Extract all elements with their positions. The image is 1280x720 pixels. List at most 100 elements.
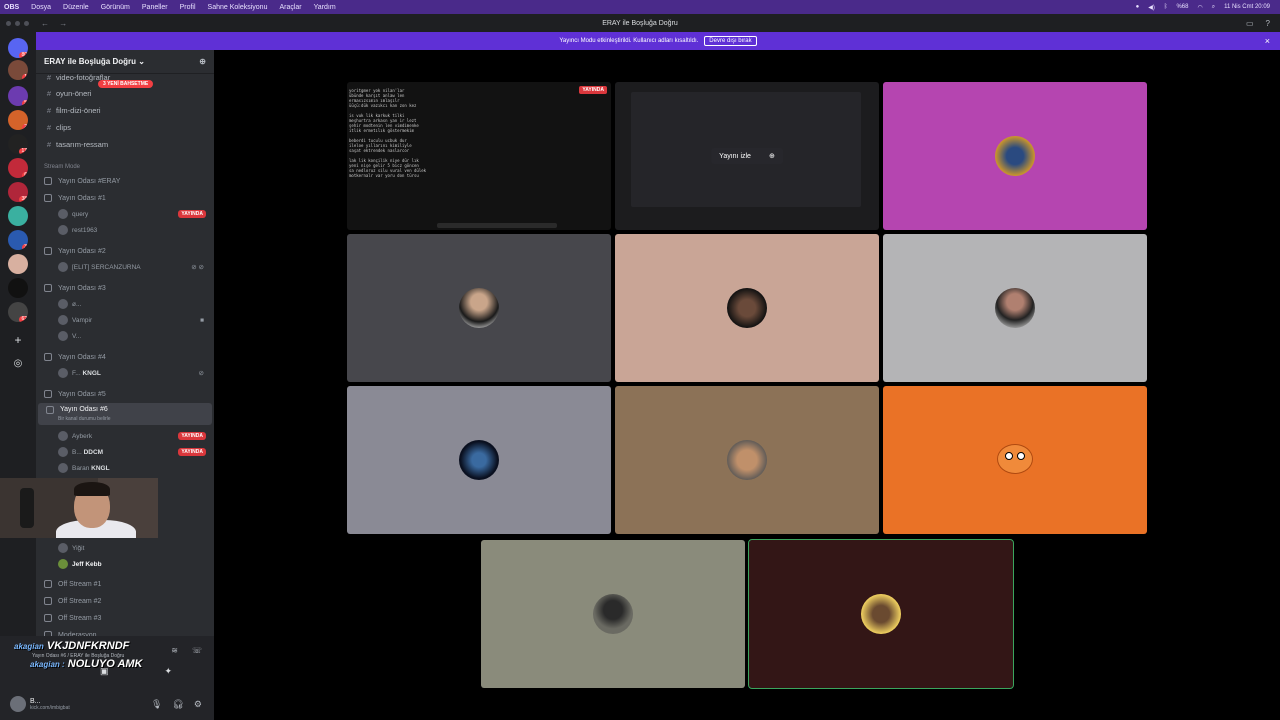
- channel-design[interactable]: # tasarım-ressam: [36, 137, 214, 151]
- microphone-icon[interactable]: 🎙︎: [151, 699, 162, 710]
- avatar-eye: [1005, 452, 1013, 460]
- menu-app-name[interactable]: OBS: [0, 4, 25, 11]
- voice-user[interactable]: Yiğit: [36, 541, 214, 555]
- voice-user[interactable]: Baran KNGL: [36, 461, 214, 475]
- stream-preview-tile[interactable]: Yayını izle ⊕: [615, 82, 879, 230]
- voice-user[interactable]: Ayberk YAYINDA: [36, 429, 214, 443]
- voice-room-5[interactable]: Yayın Odası #5: [36, 387, 214, 401]
- gear-icon[interactable]: ⚙: [194, 699, 202, 710]
- record-icon[interactable]: ●: [1136, 4, 1140, 10]
- add-member-icon[interactable]: ⊕: [199, 57, 214, 66]
- voice-room-off-2[interactable]: Off Stream #2: [36, 594, 214, 608]
- user-name: query: [72, 210, 89, 218]
- voice-room-off-3[interactable]: Off Stream #3: [36, 611, 214, 625]
- server-icon[interactable]: 1: [8, 60, 28, 80]
- channel-label: film-dizi-öneri: [56, 105, 101, 115]
- category-stream-mode[interactable]: Stream Mode: [36, 160, 214, 174]
- server-icon[interactable]: [8, 278, 28, 298]
- close-window-button[interactable]: [6, 20, 11, 26]
- participant-tile[interactable]: [883, 386, 1147, 534]
- disable-streamer-mode-button[interactable]: Devre dışı bırak: [704, 36, 757, 46]
- bluetooth-icon[interactable]: ᛒ: [1164, 4, 1168, 10]
- discover-icon[interactable]: ◎: [8, 354, 28, 374]
- screen-dock: [437, 223, 557, 228]
- voice-user[interactable]: V...: [36, 329, 214, 343]
- voice-room-3[interactable]: Yayın Odası #3: [36, 281, 214, 295]
- voice-room-4[interactable]: Yayın Odası #4: [36, 350, 214, 364]
- menu-item-help[interactable]: Yardım: [308, 4, 342, 11]
- voice-room-eray[interactable]: Yayın Odası #ERAY: [36, 174, 214, 188]
- badge: 80: [19, 52, 28, 58]
- participant-tile[interactable]: [347, 386, 611, 534]
- avatar: [58, 262, 68, 272]
- server-icon[interactable]: 62: [8, 302, 28, 322]
- headphones-icon[interactable]: 🎧︎: [172, 699, 183, 710]
- voice-room-2[interactable]: Yayın Odası #2: [36, 244, 214, 258]
- participant-tile[interactable]: [883, 82, 1147, 230]
- user-name: ø...: [72, 300, 82, 308]
- wifi-icon[interactable]: ◠: [1197, 4, 1202, 11]
- avatar[interactable]: [10, 696, 26, 712]
- voice-user[interactable]: rest1963: [36, 223, 214, 237]
- user-panel: B... kick.com/imbigbat 🎙︎ 🎧︎ ⚙: [0, 688, 214, 720]
- channel-film-series[interactable]: # film-dizi-öneri: [36, 103, 214, 117]
- user-name: [ELIT] SERCANZURNA: [72, 263, 141, 271]
- voice-user[interactable]: Vampir ■: [36, 313, 214, 327]
- voice-room-off-1[interactable]: Off Stream #1: [36, 577, 214, 591]
- voice-user[interactable]: B... DDCM YAYINDA: [36, 445, 214, 459]
- user-info[interactable]: B... kick.com/imbigbat: [30, 698, 70, 711]
- activities-icon[interactable]: ✦: [165, 666, 173, 677]
- watch-stream-button[interactable]: Yayını izle ⊕: [711, 148, 783, 164]
- screen-share-tile[interactable]: yoritgmer yok nilan'lar übünde karşıt an…: [347, 82, 611, 230]
- menu-item-docks[interactable]: Paneller: [136, 4, 174, 11]
- lock-icon: [44, 614, 52, 622]
- volume-icon[interactable]: ◀): [1148, 4, 1155, 11]
- avatar: [58, 209, 68, 219]
- channel-clips[interactable]: # clips: [36, 120, 214, 134]
- voice-user[interactable]: ø...: [36, 297, 214, 311]
- live-badge: YAYINDA: [178, 210, 206, 218]
- server-icon[interactable]: [8, 206, 28, 226]
- menu-item-scene-collection[interactable]: Sahne Koleksiyonu: [202, 4, 274, 11]
- close-icon[interactable]: ×: [1265, 36, 1270, 46]
- menu-item-file[interactable]: Dosya: [25, 4, 57, 11]
- add-server-icon[interactable]: +: [8, 330, 28, 350]
- menu-item-edit[interactable]: Düzenle: [57, 4, 95, 11]
- server-icon[interactable]: 6: [8, 158, 28, 178]
- server-icon[interactable]: 3: [8, 230, 28, 250]
- voice-user[interactable]: F... KNGL ⊘: [36, 366, 214, 380]
- channel-game-suggestions[interactable]: # oyun-öneri: [36, 86, 214, 100]
- voice-user[interactable]: Jeff Kebb: [36, 557, 214, 571]
- badge: 5: [22, 100, 28, 106]
- hash-icon: #: [46, 139, 52, 149]
- lock-icon: [44, 390, 52, 398]
- participant-tile[interactable]: [347, 234, 611, 382]
- server-icon[interactable]: 17: [8, 134, 28, 154]
- voice-room-1[interactable]: Yayın Odası #1: [36, 191, 214, 205]
- participant-tile[interactable]: [883, 234, 1147, 382]
- help-icon[interactable]: ?: [1266, 19, 1270, 28]
- back-forward-arrows-icon[interactable]: ← →: [29, 19, 71, 28]
- screen-icon[interactable]: ▭: [1246, 19, 1254, 28]
- participant-tile[interactable]: [615, 386, 879, 534]
- voice-user[interactable]: [ELIT] SERCANZURNA ⊘ ⊘: [36, 260, 214, 274]
- channel-status-prompt[interactable]: Bir kanal durumu belirle: [36, 414, 214, 424]
- disconnect-icon[interactable]: ☏: [192, 646, 202, 655]
- server-icon[interactable]: 2: [8, 110, 28, 130]
- direct-messages-icon[interactable]: 80: [8, 38, 28, 58]
- participant-tile-speaking[interactable]: [748, 539, 1014, 689]
- voice-user[interactable]: query YAYINDA: [36, 207, 214, 221]
- user-name: Ayberk: [72, 432, 93, 440]
- participant-tile[interactable]: [481, 540, 745, 688]
- participant-tile[interactable]: [615, 234, 879, 382]
- menu-item-view[interactable]: Görünüm: [95, 4, 136, 11]
- muted-deafened-icon: ⊘ ⊘: [191, 264, 204, 271]
- minimize-window-button[interactable]: [15, 20, 20, 26]
- server-icon[interactable]: 38: [8, 182, 28, 202]
- noise-suppression-icon[interactable]: ≋: [171, 646, 178, 655]
- menu-item-profile[interactable]: Profil: [174, 4, 202, 11]
- server-icon[interactable]: 5: [8, 86, 28, 106]
- search-icon[interactable]: ⌕: [1212, 4, 1215, 11]
- menu-item-tools[interactable]: Araçlar: [273, 4, 307, 11]
- server-icon[interactable]: [8, 254, 28, 274]
